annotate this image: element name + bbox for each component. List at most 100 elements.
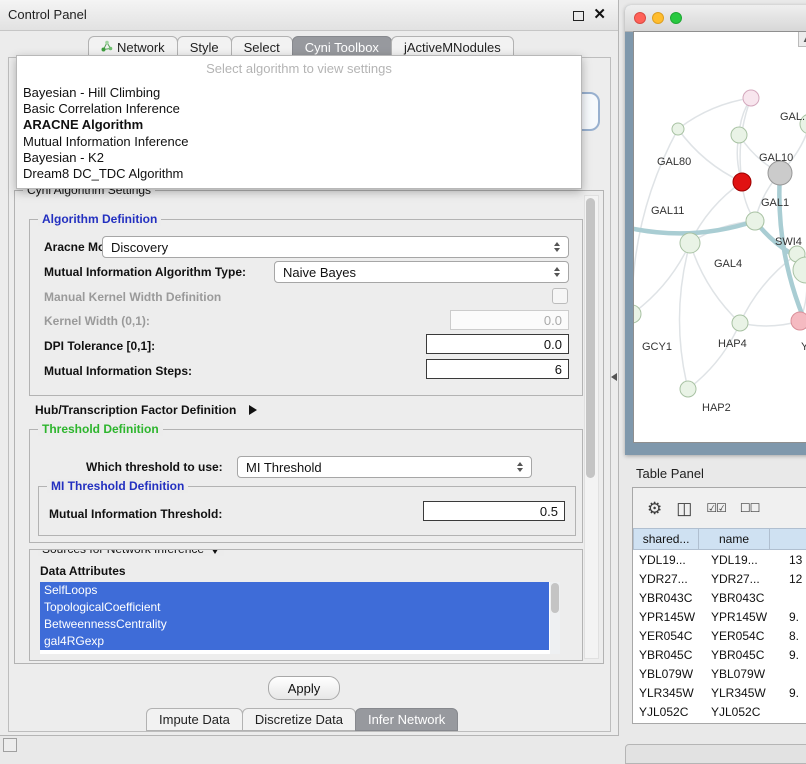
kernel-width-field[interactable]: 0.0 [450,310,569,330]
close-icon[interactable]: ✕ [593,5,606,23]
mi-threshold-field[interactable]: 0.5 [423,501,565,521]
algorithm-option[interactable]: ARACNE Algorithm [21,117,581,133]
aracne-mode-select[interactable]: Discovery [102,236,569,258]
network-node[interactable] [680,381,696,397]
bottom-tab-discretize-data[interactable]: Discretize Data [242,708,356,731]
dpi-tolerance-field[interactable]: 0.0 [426,334,569,354]
hub-definition-expander[interactable]: Hub/Transcription Factor Definition [35,401,257,419]
network-node[interactable] [672,123,684,135]
settings-scrollbar-thumb[interactable] [586,198,595,478]
select-all-columns-icon[interactable]: ☑☑ [706,502,726,514]
table-cell: YBR043C [633,591,705,605]
settings-gear-icon[interactable]: ⚙ [647,500,662,517]
bottom-tabs: Impute DataDiscretize DataInfer Network [146,708,457,731]
table-row[interactable]: YPR145WYPR145W9. [633,607,806,626]
tab-label: Select [244,40,280,55]
network-node[interactable] [680,233,700,253]
network-edge [690,243,740,323]
attribute-item[interactable]: TopologicalCoefficient [40,599,549,616]
column-header-name[interactable]: name [698,528,770,550]
close-traffic-light[interactable] [634,12,646,24]
expander-expanded-icon[interactable] [210,549,220,554]
table-cell: YLR345W [633,686,705,700]
algorithm-option[interactable]: Dream8 DC_TDC Algorithm [21,166,581,182]
sources-title-text: Sources for Network Inference [42,549,204,556]
mi-threshold-value: 0.5 [540,504,558,519]
table-panel-title: Table Panel [636,466,704,481]
scroll-up-icon[interactable]: ▲ [798,32,806,47]
table-cell: YBR045C [633,648,705,662]
table-cell: YBL079W [705,667,783,681]
bottom-tab-impute-data[interactable]: Impute Data [146,708,243,731]
network-node[interactable] [733,173,751,191]
mi-threshold-title: MI Threshold Definition [47,479,188,493]
dropdown-placeholder: Select algorithm to view settings [17,56,581,85]
network-node[interactable] [768,161,792,185]
which-threshold-select[interactable]: MI Threshold [237,456,532,478]
network-node[interactable] [791,312,806,330]
table-cell: YER054C [705,629,783,643]
threshold-definition-title: Threshold Definition [38,422,163,436]
table-row[interactable]: YBR043CYBR043C [633,588,806,607]
which-threshold-value: MI Threshold [246,460,322,475]
mi-steps-label: Mutual Information Steps: [44,364,192,378]
zoom-traffic-light[interactable] [670,12,682,24]
table-cell: YJL052C [633,705,705,719]
settings-scrollbar-track[interactable] [584,195,599,659]
apply-button[interactable]: Apply [268,676,340,700]
table-row[interactable]: YDR27...YDR27...12 [633,569,806,588]
algorithm-option[interactable]: Basic Correlation Inference [21,101,581,117]
float-window-icon[interactable] [573,11,584,21]
hub-definition-label: Hub/Transcription Factor Definition [35,403,236,417]
control-panel-titlebar: Control Panel ✕ [0,0,618,31]
bottom-tab-infer-network[interactable]: Infer Network [355,708,458,731]
which-threshold-label: Which threshold to use: [86,460,223,474]
table-row[interactable]: YBL079WYBL079W [633,664,806,683]
dpi-tolerance-value: 0.0 [544,337,562,352]
attribute-item[interactable]: BetweennessCentrality [40,616,549,633]
table-row[interactable]: YDL19...YDL19...13 [633,550,806,569]
table-cell: YJL052C [705,705,783,719]
attributes-scrollbar-track[interactable] [550,582,560,654]
dpi-tolerance-label: DPI Tolerance [0,1]: [44,339,155,353]
kernel-width-value: 0.0 [544,313,562,328]
minimize-traffic-light[interactable] [652,12,664,24]
table-row[interactable]: YJL052CYJL052C [633,702,806,721]
network-canvas[interactable]: GAL80GAL...GAL10GAL11GAL1SWI4GAL4GCY1HAP… [633,31,806,443]
algorithm-option[interactable]: Bayesian - Hill Climbing [21,85,581,101]
network-view-window: GAL80GAL...GAL10GAL11GAL1SWI4GAL4GCY1HAP… [625,5,806,455]
cyni-algorithm-settings-group: Cyni Algorithm Settings Algorithm Defini… [14,190,604,664]
network-node[interactable] [746,212,764,230]
manual-kernel-checkbox[interactable] [552,288,568,304]
kernel-width-label: Kernel Width (0,1): [44,314,150,328]
network-node[interactable] [731,127,747,143]
column-header-shared-[interactable]: shared... [633,528,699,550]
column-layout-icon[interactable]: ◫ [676,500,692,517]
sources-group-title[interactable]: Sources for Network Inference [38,549,224,556]
attribute-item[interactable]: gal4RGexp [40,633,549,650]
mi-steps-field[interactable]: 6 [426,359,569,379]
table-cell: YDR27... [633,572,705,586]
deselect-all-columns-icon[interactable]: ☐☐ [740,502,760,514]
algorithm-definition-title: Algorithm Definition [38,212,161,226]
network-icon [101,40,113,55]
network-window-titlebar [625,5,806,32]
table-cell: 9. [783,648,806,662]
table-row[interactable]: YLR345WYLR345W9. [633,683,806,702]
mi-steps-value: 6 [555,362,562,377]
table-row[interactable]: YER054CYER054C8. [633,626,806,645]
algorithm-option[interactable]: Mutual Information Inference [21,134,581,150]
network-node[interactable] [743,90,759,106]
data-attributes-list: SelfLoopsTopologicalCoefficientBetweenne… [40,582,560,654]
control-panel-window: Control Panel ✕ NetworkStyleSelectCyni T… [0,0,619,736]
network-node[interactable] [732,315,748,331]
table-row[interactable]: YBR045CYBR045C9. [633,645,806,664]
algorithm-option[interactable]: Bayesian - K2 [21,150,581,166]
expander-collapsed-icon[interactable] [249,405,257,415]
attribute-item[interactable]: SelfLoops [40,582,549,599]
attributes-scrollbar-thumb[interactable] [551,583,559,613]
corner-grip[interactable] [3,738,17,752]
splitter-collapse-icon[interactable] [611,373,617,381]
column-header-extra[interactable] [769,528,806,550]
mi-type-select[interactable]: Naive Bayes [274,261,569,283]
